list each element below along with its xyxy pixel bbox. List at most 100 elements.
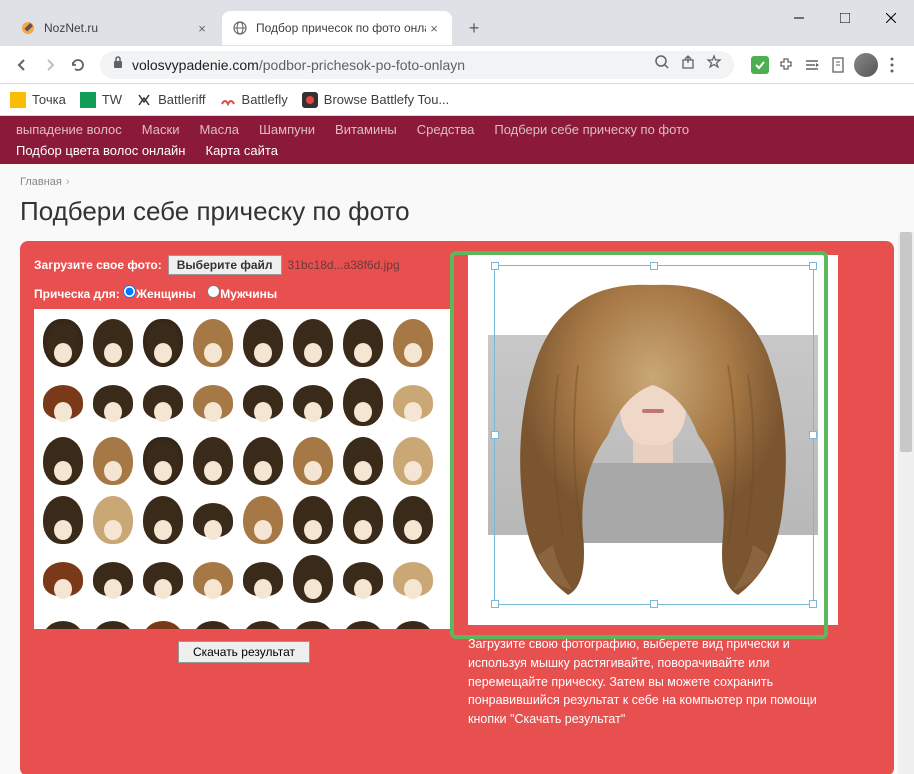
hair-option[interactable] (140, 433, 186, 488)
extension-icon[interactable] (776, 55, 796, 75)
hair-option[interactable] (40, 492, 86, 547)
hair-option[interactable] (240, 492, 286, 547)
scrollbar-thumb[interactable] (900, 232, 912, 452)
hair-option[interactable] (290, 315, 336, 370)
resize-handle[interactable] (809, 262, 817, 270)
back-button[interactable] (8, 51, 36, 79)
nav-link[interactable]: Витамины (335, 122, 397, 137)
hair-option[interactable] (390, 492, 436, 547)
page-scrollbar[interactable] (898, 232, 914, 774)
resize-handle[interactable] (491, 262, 499, 270)
nav-link[interactable]: Шампуни (259, 122, 315, 137)
hair-option[interactable] (390, 315, 436, 370)
star-icon[interactable] (706, 54, 722, 75)
hair-option[interactable] (140, 374, 186, 429)
bookmark-item[interactable]: TW (80, 92, 122, 108)
bookmark-item[interactable]: Browse Battlefy Tou... (302, 92, 450, 108)
hair-option[interactable] (40, 315, 86, 370)
gender-male-radio[interactable] (207, 285, 220, 298)
file-select-button[interactable]: Выберите файл (168, 255, 282, 275)
hair-option[interactable] (140, 315, 186, 370)
breadcrumb-home[interactable]: Главная (20, 176, 62, 188)
tab-noznet[interactable]: NozNet.ru × (10, 11, 220, 45)
hair-option[interactable] (390, 610, 436, 629)
forward-button[interactable] (36, 51, 64, 79)
bookmark-item[interactable]: Battleriff (136, 92, 205, 108)
nav-link[interactable]: выпадение волос (16, 122, 122, 137)
resize-handle[interactable] (491, 431, 499, 439)
download-button[interactable]: Скачать результат (178, 641, 310, 663)
preview-canvas[interactable] (468, 255, 838, 625)
url-input[interactable]: volosvypadenie.com/podbor-prichesok-po-f… (100, 51, 734, 79)
tab-active[interactable]: Подбор причесок по фото онла × (222, 11, 452, 45)
hair-option[interactable] (190, 315, 236, 370)
hair-option[interactable] (40, 374, 86, 429)
profile-avatar[interactable] (854, 53, 878, 77)
nav-link[interactable]: Маски (142, 122, 180, 137)
close-button[interactable] (868, 0, 914, 36)
hair-option[interactable] (190, 492, 236, 547)
extension-icon[interactable] (828, 55, 848, 75)
hair-option[interactable] (90, 433, 136, 488)
hair-option[interactable] (90, 492, 136, 547)
hair-option[interactable] (340, 492, 386, 547)
minimize-button[interactable] (776, 0, 822, 36)
tab-close-icon[interactable]: × (426, 20, 442, 36)
nav-link[interactable]: Подбери себе прическу по фото (494, 122, 689, 137)
tab-close-icon[interactable]: × (194, 20, 210, 36)
nav-link[interactable]: Масла (199, 122, 239, 137)
new-tab-button[interactable]: + (460, 14, 488, 42)
share-icon[interactable] (680, 54, 696, 75)
hair-option[interactable] (90, 610, 136, 629)
reload-button[interactable] (64, 51, 92, 79)
hair-option[interactable] (90, 374, 136, 429)
nav-link[interactable]: Средства (417, 122, 475, 137)
resize-handle[interactable] (809, 600, 817, 608)
maximize-button[interactable] (822, 0, 868, 36)
extension-icon[interactable] (802, 55, 822, 75)
hair-option[interactable] (140, 610, 186, 629)
gender-female-radio[interactable] (123, 285, 136, 298)
hair-option[interactable] (40, 610, 86, 629)
hair-option[interactable] (40, 433, 86, 488)
gender-female-label[interactable]: Женщины (136, 287, 196, 301)
hair-option[interactable] (290, 492, 336, 547)
selection-box[interactable] (494, 265, 814, 605)
resize-handle[interactable] (650, 600, 658, 608)
hair-option[interactable] (240, 551, 286, 606)
hair-option[interactable] (340, 610, 386, 629)
hair-option[interactable] (190, 610, 236, 629)
hair-option[interactable] (290, 551, 336, 606)
extension-icon[interactable] (750, 55, 770, 75)
nav-link[interactable]: Карта сайта (206, 143, 278, 158)
gender-male-label[interactable]: Мужчины (220, 287, 277, 301)
hair-option[interactable] (240, 433, 286, 488)
hair-option[interactable] (240, 315, 286, 370)
hair-option[interactable] (290, 374, 336, 429)
resize-handle[interactable] (650, 262, 658, 270)
bookmark-item[interactable]: Battlefly (220, 92, 288, 108)
hair-option[interactable] (240, 610, 286, 629)
hair-option[interactable] (40, 551, 86, 606)
nav-link[interactable]: Подбор цвета волос онлайн (16, 143, 186, 158)
zoom-icon[interactable] (654, 54, 670, 75)
hair-option[interactable] (290, 610, 336, 629)
hair-option[interactable] (290, 433, 336, 488)
hair-option[interactable] (190, 374, 236, 429)
bookmark-item[interactable]: Точка (10, 92, 66, 108)
hair-option[interactable] (340, 433, 386, 488)
hair-option[interactable] (90, 315, 136, 370)
hair-option[interactable] (140, 492, 186, 547)
hair-option[interactable] (140, 551, 186, 606)
resize-handle[interactable] (491, 600, 499, 608)
hairstyle-grid[interactable] (34, 309, 454, 629)
hair-option[interactable] (340, 551, 386, 606)
hair-option[interactable] (90, 551, 136, 606)
resize-handle[interactable] (809, 431, 817, 439)
hair-option[interactable] (390, 551, 436, 606)
hair-option[interactable] (340, 374, 386, 429)
hair-option[interactable] (240, 374, 286, 429)
hair-option[interactable] (390, 433, 436, 488)
hair-option[interactable] (190, 551, 236, 606)
hair-option[interactable] (390, 374, 436, 429)
